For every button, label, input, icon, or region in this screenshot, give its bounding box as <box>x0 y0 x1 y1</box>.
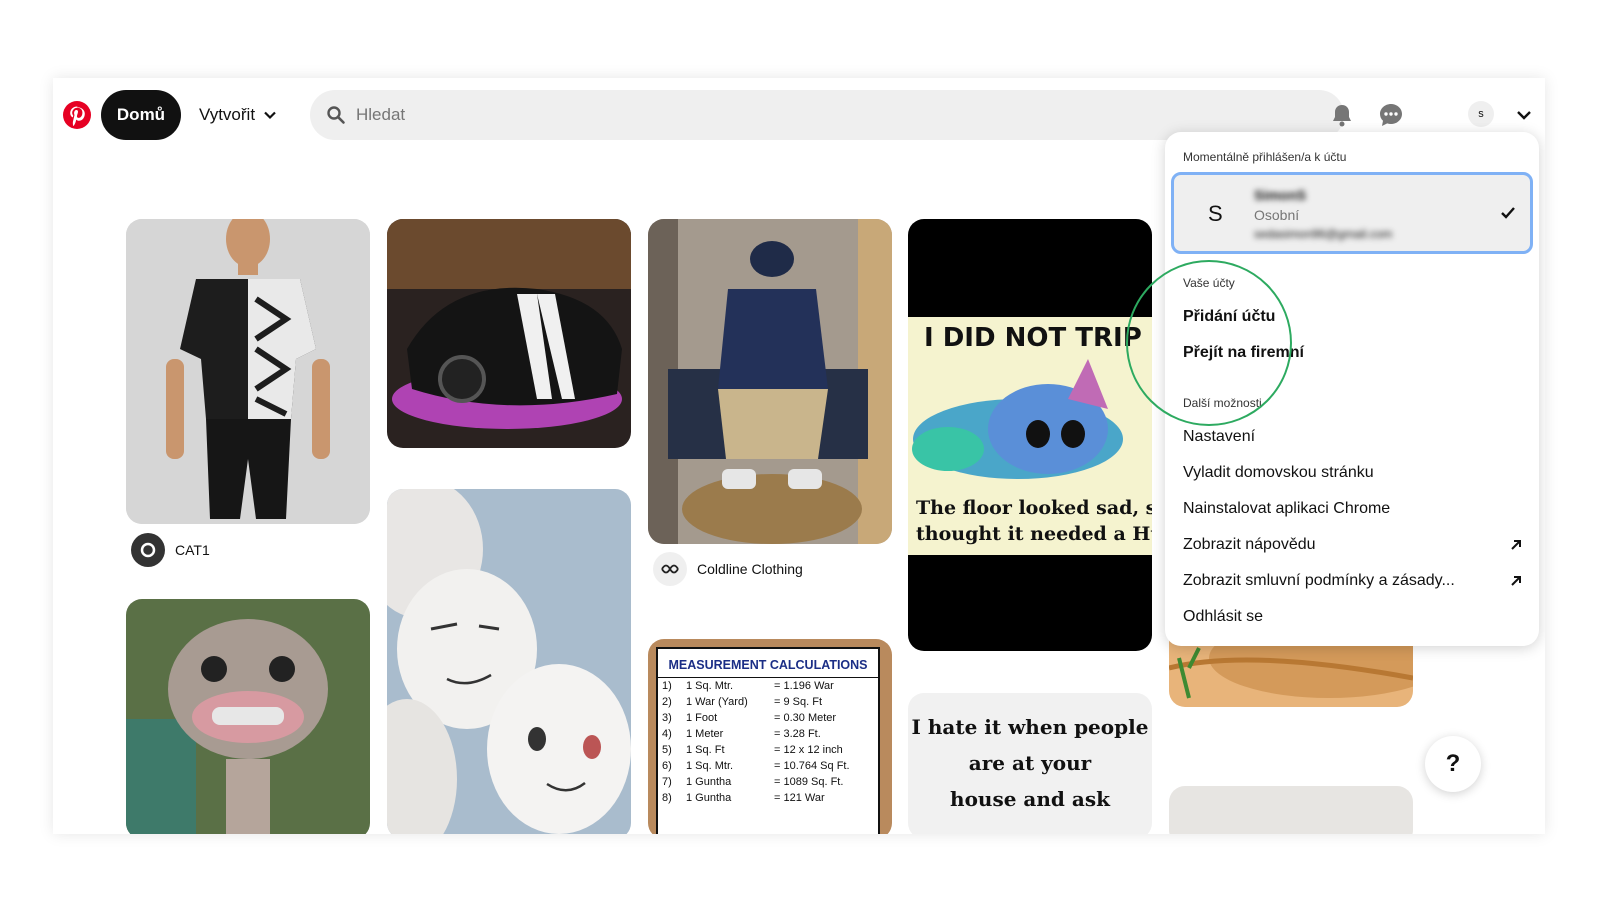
meme-line-2: are at your <box>968 751 1092 775</box>
account-avatar: S <box>1208 201 1223 226</box>
meme-line-1: I hate it when people <box>911 715 1149 739</box>
search-icon <box>327 106 345 124</box>
measurement-cell: = 121 War <box>774 792 825 804</box>
terms-policies-item[interactable]: Zobrazit smluvní podmínky a zásady... <box>1183 572 1455 590</box>
pin-creator-coldline[interactable]: Coldline Clothing <box>653 552 803 586</box>
settings-item[interactable]: Nastavení <box>1183 428 1255 446</box>
current-account-heading: Momentálně přihlášen/a k účtu <box>1183 150 1347 164</box>
stitch-illustration <box>912 359 1123 479</box>
help-button[interactable]: ? <box>1425 736 1481 792</box>
help-item[interactable]: Zobrazit nápovědu <box>1183 536 1316 554</box>
measurement-cell: = 1089 Sq. Ft. <box>774 776 844 788</box>
measurement-row: 7) 1 Guntha = 1089 Sq. Ft. <box>662 774 878 790</box>
cycling-jersey-image <box>126 219 370 524</box>
measurement-cell: = 1.196 War <box>774 680 834 692</box>
chevron-down-icon <box>264 111 276 120</box>
accounts-heading: Vaše účty <box>1183 276 1235 290</box>
measurement-cell: 5) <box>662 744 672 756</box>
creator-name: CAT1 <box>175 542 210 558</box>
measurement-cell: = 0.30 Meter <box>774 712 837 724</box>
create-menu-button[interactable]: Vytvořit <box>199 90 277 140</box>
checkmark-icon <box>1501 207 1515 219</box>
pin-hate-meme[interactable]: I hate it when people are at your house … <box>908 693 1152 834</box>
account-name: SimonS <box>1254 187 1307 203</box>
measurement-cell: 1 Guntha <box>686 776 732 788</box>
pin-marble[interactable] <box>1169 786 1413 834</box>
measurement-cell: 7) <box>662 776 672 788</box>
creator-avatar <box>131 533 165 567</box>
home-button[interactable]: Domů <box>101 90 181 140</box>
switch-business-item[interactable]: Přejít na firemní <box>1183 344 1304 362</box>
measurement-cell: 1 Foot <box>686 712 718 724</box>
sports-car-image <box>387 219 631 448</box>
creator-avatar <box>653 552 687 586</box>
pin-measurement-calculations[interactable]: MEASUREMENT CALCULATIONS 1) 1 Sq. Mtr. = 1… <box>648 639 892 834</box>
messages-icon[interactable] <box>1378 102 1404 128</box>
person-image <box>648 219 892 544</box>
account-email: sedasimon96@gmail.com <box>1254 227 1393 241</box>
pinterest-logo-icon[interactable] <box>63 101 91 129</box>
measurement-cell: 1 Guntha <box>686 792 732 804</box>
meme-line-3: house and ask <box>950 787 1110 811</box>
eggs-image <box>387 489 631 834</box>
search-input[interactable] <box>354 104 1258 126</box>
measurement-cell: 6) <box>662 760 672 772</box>
measurement-cell: 1 War (Yard) <box>686 696 748 708</box>
measurement-cell: = 12 x 12 inch <box>774 744 843 756</box>
pin-cycling-jersey[interactable] <box>126 219 370 524</box>
measurement-cell: = 10.764 Sq Ft. <box>774 760 850 772</box>
install-chrome-app-item[interactable]: Nainstalovat aplikaci Chrome <box>1183 500 1390 518</box>
measurement-row: 4) 1 Meter = 3.28 Ft. <box>662 726 878 742</box>
pinterest-window: Domů Vytvořit s CAT1 <box>53 78 1545 834</box>
measurement-row: 8) 1 Guntha = 121 War <box>662 790 878 806</box>
measurement-cell: 4) <box>662 728 672 740</box>
measurement-row: 2) 1 War (Yard) = 9 Sq. Ft <box>662 694 878 710</box>
pin-stitch-meme[interactable]: I DID NOT TRIP The floor looked sad, so … <box>908 219 1152 651</box>
measurement-cell: 1 Sq. Ft <box>686 744 725 756</box>
measurement-title: MEASUREMENT CALCULATIONS <box>658 649 878 678</box>
measurement-cell: = 9 Sq. Ft <box>774 696 822 708</box>
measurement-cell: 3) <box>662 712 672 724</box>
measurement-row: 5) 1 Sq. Ft = 12 x 12 inch <box>662 742 878 758</box>
logout-item[interactable]: Odhlásit se <box>1183 608 1263 626</box>
measurement-cell: 1 Sq. Mtr. <box>686 760 734 772</box>
pin-ostrich[interactable] <box>126 599 370 834</box>
external-link-icon <box>1511 576 1521 586</box>
current-account-card[interactable]: S SimonS Osobní sedasimon96@gmail.com <box>1171 172 1533 254</box>
meme-text-top: I DID NOT TRIP <box>924 323 1142 353</box>
measurement-cell: 2) <box>662 696 672 708</box>
more-options-heading: Další možnosti <box>1183 396 1262 410</box>
meme-text-bottom-2: thought it needed a Hug <box>916 523 1152 545</box>
account-dropdown-menu: Momentálně přihlášen/a k účtu S SimonS O… <box>1165 132 1539 646</box>
create-label: Vytvořit <box>199 105 256 124</box>
bell-icon[interactable] <box>1329 102 1355 128</box>
ostrich-image <box>126 599 370 834</box>
measurement-table: 1) 1 Sq. Mtr. = 1.196 War 2) 1 War (Yard) = 9… <box>658 678 878 806</box>
add-account-item[interactable]: Přidání účtu <box>1183 308 1275 326</box>
measurement-cell: 1 Sq. Mtr. <box>686 680 734 692</box>
profile-avatar[interactable]: s <box>1468 101 1494 127</box>
external-link-icon <box>1511 540 1521 550</box>
tune-home-feed-item[interactable]: Vyladit domovskou stránku <box>1183 464 1374 482</box>
account-type: Osobní <box>1254 207 1300 223</box>
measurement-cell: 1) <box>662 680 672 692</box>
measurement-row: 6) 1 Sq. Mtr. = 10.764 Sq Ft. <box>662 758 878 774</box>
pin-person-sitting[interactable] <box>648 219 892 544</box>
measurement-cell: = 3.28 Ft. <box>774 728 821 740</box>
creator-name: Coldline Clothing <box>697 561 803 577</box>
pin-eggs-faces[interactable] <box>387 489 631 834</box>
measurement-row: 1) 1 Sq. Mtr. = 1.196 War <box>662 678 878 694</box>
measurement-cell: 8) <box>662 792 672 804</box>
pin-sports-car[interactable] <box>387 219 631 448</box>
measurement-row: 3) 1 Foot = 0.30 Meter <box>662 710 878 726</box>
pin-creator-cat1[interactable]: CAT1 <box>131 533 210 567</box>
meme-text-bottom-1: The floor looked sad, so I <box>916 497 1152 519</box>
account-menu-chevron-icon[interactable] <box>1513 104 1535 126</box>
measurement-cell: 1 Meter <box>686 728 724 740</box>
